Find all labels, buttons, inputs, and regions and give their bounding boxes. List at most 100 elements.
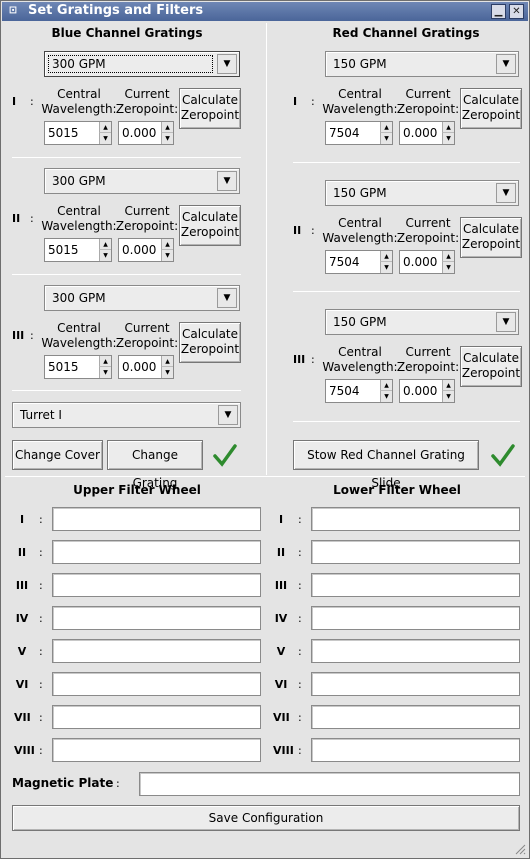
blue-wavelength-spinner[interactable]: 5015 ▲ ▼ <box>44 121 112 145</box>
red-calculate-zeropoint-button[interactable]: Calculate Zeropoint <box>460 217 522 258</box>
red-calculate-zeropoint-button[interactable]: Calculate Zeropoint <box>460 346 522 387</box>
stow-red-grating-button[interactable]: Stow Red Channel Grating Slide <box>293 440 479 490</box>
spin-down-icon[interactable]: ▼ <box>380 133 392 144</box>
blue-wavelength-spinner[interactable]: 5015 ▲ ▼ <box>44 355 112 379</box>
upper-filter-roman: VII <box>14 711 31 724</box>
current-label: Current <box>405 345 451 359</box>
lower-filter-field-3[interactable] <box>311 573 520 597</box>
colon: : <box>298 678 302 691</box>
red-wavelength-spinner[interactable]: 7504 ▲ ▼ <box>325 379 393 403</box>
colon: : <box>39 645 43 658</box>
title-bar[interactable]: ⊡ Set Gratings and Filters ▁ ✕ <box>2 2 528 21</box>
zeropoint-label: Zeropoint: <box>115 219 179 233</box>
change-cover-button[interactable]: Change Cover <box>12 440 103 470</box>
red-zeropoint-spinner[interactable]: 0.000 ▲ ▼ <box>399 379 455 403</box>
spin-down-icon[interactable]: ▼ <box>161 133 173 144</box>
red-grating-select-1[interactable]: 150 GPM ▼ <box>325 51 519 77</box>
spin-up-icon[interactable]: ▲ <box>380 122 392 133</box>
zeropoint-value: 0.000 <box>403 255 438 269</box>
blue-calculate-zeropoint-button[interactable]: Calculate Zeropoint <box>179 88 241 129</box>
chevron-down-icon: ▼ <box>218 405 238 425</box>
spin-down-icon[interactable]: ▼ <box>99 133 111 144</box>
upper-filter-field-4[interactable] <box>52 606 261 630</box>
upper-filter-field-7[interactable] <box>52 705 261 729</box>
spin-down-icon[interactable]: ▼ <box>99 367 111 378</box>
spin-up-icon[interactable]: ▲ <box>442 380 454 391</box>
blue-grating-roman: I <box>12 95 17 108</box>
spin-down-icon[interactable]: ▼ <box>442 133 454 144</box>
upper-filter-field-1[interactable] <box>52 507 261 531</box>
red-calculate-zeropoint-button[interactable]: Calculate Zeropoint <box>460 88 522 129</box>
minimize-button[interactable]: ▁ <box>491 4 506 19</box>
blue-grating-roman: III <box>12 329 25 342</box>
lower-filter-field-4[interactable] <box>311 606 520 630</box>
blue-calculate-zeropoint-button[interactable]: Calculate Zeropoint <box>179 205 241 246</box>
red-wavelength-spinner[interactable]: 7504 ▲ ▼ <box>325 121 393 145</box>
blue-zeropoint-spinner[interactable]: 0.000 ▲ ▼ <box>118 238 174 262</box>
blue-grating-value: 300 GPM <box>52 291 106 305</box>
lower-filter-field-5[interactable] <box>311 639 520 663</box>
colon: : <box>30 95 34 108</box>
blue-zeropoint-spinner[interactable]: 0.000 ▲ ▼ <box>118 355 174 379</box>
spin-up-icon[interactable]: ▲ <box>442 122 454 133</box>
upper-filter-field-6[interactable] <box>52 672 261 696</box>
spin-up-icon[interactable]: ▲ <box>380 251 392 262</box>
lower-filter-field-8[interactable] <box>311 738 520 762</box>
save-configuration-button[interactable]: Save Configuration <box>12 805 520 831</box>
spin-down-icon[interactable]: ▼ <box>99 250 111 261</box>
lower-filter-field-6[interactable] <box>311 672 520 696</box>
chevron-down-icon: ▼ <box>217 54 237 74</box>
row-separator <box>12 390 241 391</box>
magnetic-plate-field[interactable] <box>139 772 520 796</box>
zeropoint-label: Zeropoint <box>461 237 521 251</box>
window-menu-icon[interactable]: ⊡ <box>5 4 21 18</box>
spin-up-icon[interactable]: ▲ <box>99 239 111 250</box>
turret-select[interactable]: Turret I ▼ <box>12 402 241 428</box>
blue-wavelength-spinner[interactable]: 5015 ▲ ▼ <box>44 238 112 262</box>
spin-up-icon[interactable]: ▲ <box>161 239 173 250</box>
lower-filter-field-7[interactable] <box>311 705 520 729</box>
upper-filter-field-5[interactable] <box>52 639 261 663</box>
spin-down-icon[interactable]: ▼ <box>442 262 454 273</box>
change-grating-button[interactable]: Change Grating <box>107 440 203 490</box>
colon: : <box>39 678 43 691</box>
spin-up-icon[interactable]: ▲ <box>99 356 111 367</box>
spin-down-icon[interactable]: ▼ <box>380 391 392 402</box>
lower-filter-field-1[interactable] <box>311 507 520 531</box>
wavelength-value: 5015 <box>48 360 79 374</box>
blue-calculate-zeropoint-button[interactable]: Calculate Zeropoint <box>179 322 241 363</box>
spin-up-icon[interactable]: ▲ <box>442 251 454 262</box>
spin-up-icon[interactable]: ▲ <box>161 122 173 133</box>
red-zeropoint-spinner[interactable]: 0.000 ▲ ▼ <box>399 250 455 274</box>
red-zeropoint-spinner[interactable]: 0.000 ▲ ▼ <box>399 121 455 145</box>
upper-filter-field-2[interactable] <box>52 540 261 564</box>
upper-filter-field-3[interactable] <box>52 573 261 597</box>
window-title: Set Gratings and Filters <box>28 3 204 18</box>
red-wavelength-spinner[interactable]: 7504 ▲ ▼ <box>325 250 393 274</box>
lower-filter-field-2[interactable] <box>311 540 520 564</box>
spin-down-icon[interactable]: ▼ <box>161 250 173 261</box>
blue-zeropoint-spinner[interactable]: 0.000 ▲ ▼ <box>118 121 174 145</box>
blue-grating-select-2[interactable]: 300 GPM ▼ <box>44 168 240 194</box>
blue-grating-select-3[interactable]: 300 GPM ▼ <box>44 285 240 311</box>
spin-down-icon[interactable]: ▼ <box>442 391 454 402</box>
upper-filter-roman: VIII <box>14 744 35 757</box>
colon: : <box>311 353 315 366</box>
spin-up-icon[interactable]: ▲ <box>161 356 173 367</box>
calculate-label: Calculate <box>181 93 239 107</box>
spin-up-icon[interactable]: ▲ <box>99 122 111 133</box>
red-grating-select-3[interactable]: 150 GPM ▼ <box>325 309 519 335</box>
central-label: Central <box>338 345 382 359</box>
blue-grating-select-1[interactable]: 300 GPM ▼ <box>44 51 240 77</box>
red-grating-select-2[interactable]: 150 GPM ▼ <box>325 180 519 206</box>
spin-up-icon[interactable]: ▲ <box>380 380 392 391</box>
spin-down-icon[interactable]: ▼ <box>380 262 392 273</box>
colon: : <box>311 95 315 108</box>
close-button[interactable]: ✕ <box>509 4 524 19</box>
channel-divider <box>266 23 267 475</box>
calculate-label: Calculate <box>462 351 520 365</box>
spin-down-icon[interactable]: ▼ <box>161 367 173 378</box>
resize-grip-icon[interactable] <box>514 843 526 855</box>
upper-filter-field-8[interactable] <box>52 738 261 762</box>
colon: : <box>298 744 302 757</box>
